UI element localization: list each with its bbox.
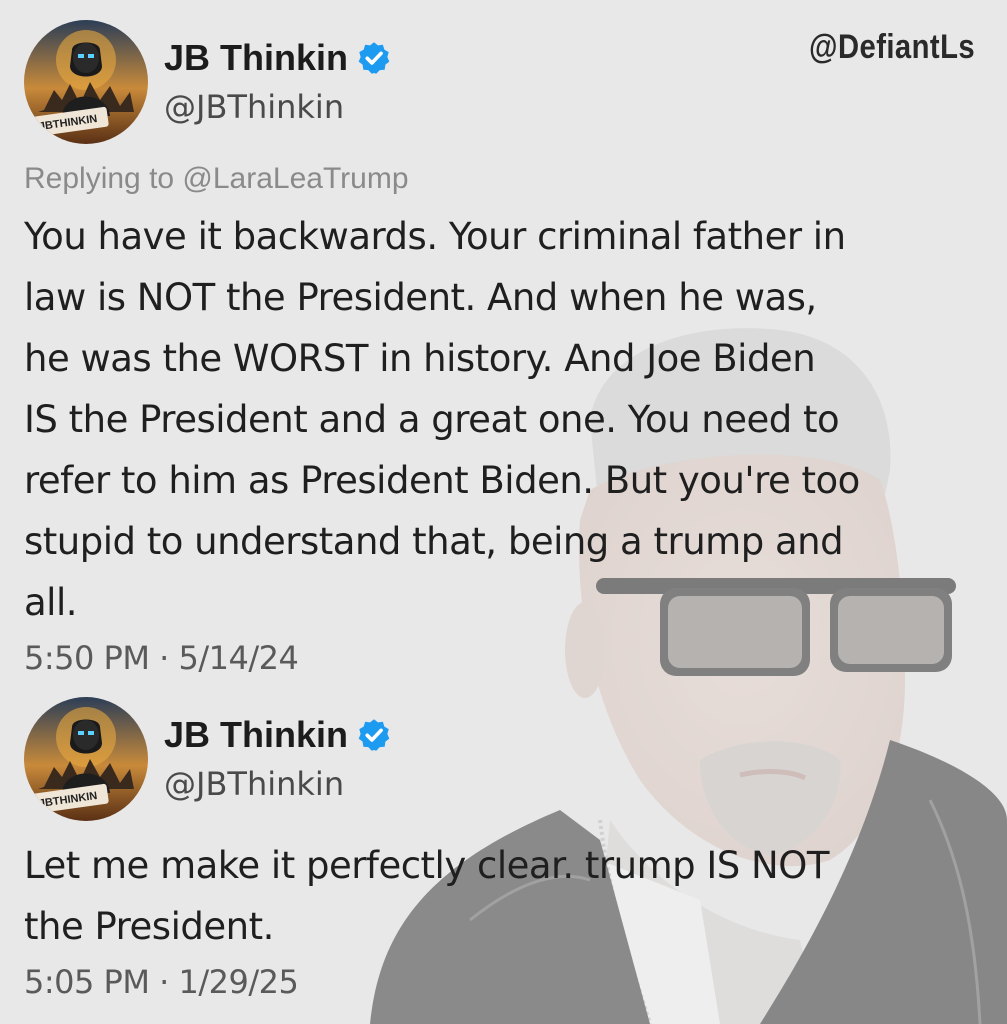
- tweet: JBTHINKIN JB Thinkin @JBThinkin Let me m…: [24, 697, 984, 1001]
- tweet-text-line: Let me make it perfectly clear. trump IS…: [24, 844, 829, 887]
- display-name[interactable]: JB Thinkin: [164, 714, 348, 756]
- tweet-text-line: the President.: [24, 905, 274, 948]
- author-info: JB Thinkin @JBThinkin: [164, 697, 392, 803]
- handle[interactable]: @JBThinkin: [164, 765, 392, 803]
- avatar[interactable]: JBTHINKIN: [24, 697, 148, 821]
- verified-badge-icon: [358, 42, 390, 74]
- watermark: @DefiantLs: [808, 28, 975, 66]
- tweet-text-line: law is NOT the President. And when he wa…: [24, 276, 817, 319]
- tweet-header: JBTHINKIN JB Thinkin @JBThinkin: [24, 697, 984, 825]
- avatar-image: JBTHINKIN: [24, 20, 148, 144]
- avatar[interactable]: JBTHINKIN: [24, 20, 148, 144]
- display-name[interactable]: JB Thinkin: [164, 37, 348, 79]
- tweet-text-line: You have it backwards. Your criminal fat…: [24, 215, 846, 258]
- tweet-text-line: he was the WORST in history. And Joe Bid…: [24, 337, 816, 380]
- author-info: JB Thinkin @JBThinkin: [164, 20, 392, 126]
- timestamp[interactable]: 5:05 PM · 1/29/25: [24, 963, 984, 1001]
- tweet-text: Let me make it perfectly clear. trump IS…: [24, 835, 984, 957]
- tweet-text-line: stupid to understand that, being a trump…: [24, 520, 844, 563]
- timestamp[interactable]: 5:50 PM · 5/14/24: [24, 639, 984, 677]
- verified-badge-icon: [358, 719, 390, 751]
- tweet-text: You have it backwards. Your criminal fat…: [24, 206, 984, 633]
- tweet-text-line: all.: [24, 581, 78, 624]
- tweet: JBTHINKIN JB Thinkin @JBThinkin Replying…: [24, 20, 984, 677]
- avatar-image: JBTHINKIN: [24, 697, 148, 821]
- tweet-text-line: IS the President and a great one. You ne…: [24, 398, 840, 441]
- tweet-text-line: refer to him as President Biden. But you…: [24, 459, 860, 502]
- replying-to[interactable]: Replying to @LaraLeaTrump: [24, 162, 984, 198]
- handle[interactable]: @JBThinkin: [164, 88, 392, 126]
